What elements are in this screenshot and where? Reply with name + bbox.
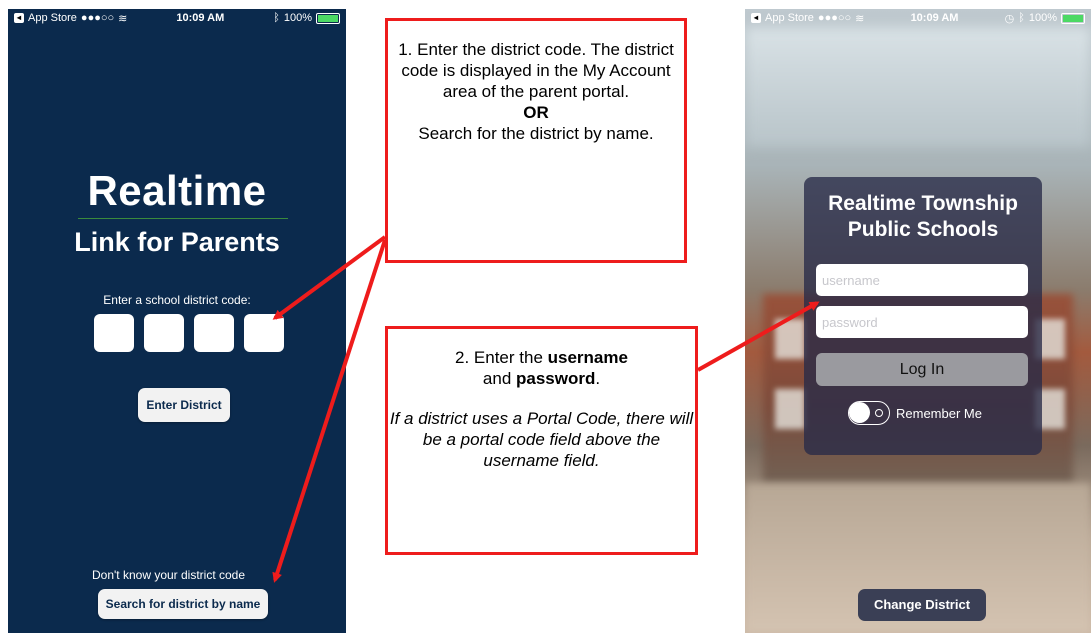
instruction-callout-2: 2. Enter the username and password. If a… [385, 326, 698, 555]
battery-icon [315, 12, 340, 24]
signal-icon: ●●●○○ [817, 12, 852, 24]
bluetooth-icon: ᛒ [273, 12, 280, 24]
search-district-button[interactable]: Search for district by name [98, 589, 268, 619]
callout-2-suffix: . [595, 369, 601, 388]
username-input[interactable] [816, 264, 1028, 296]
brand-subtitle: Link for Parents [74, 227, 280, 257]
callout-2-heading: 2. Enter the username and password. [388, 347, 695, 389]
enter-district-button[interactable]: Enter District [138, 388, 230, 422]
district-code-digit-4[interactable] [244, 314, 284, 352]
battery-icon [1061, 12, 1085, 24]
callout-2-note-text: If a district uses a Portal Code, there … [389, 409, 694, 470]
callout-2-password: password [516, 369, 596, 388]
status-carrier: App Store [28, 12, 77, 24]
instruction-callout-1: 1. Enter the district code. The district… [385, 18, 687, 263]
app-store-back-icon[interactable]: ◂ [14, 13, 24, 23]
left-phone-screen: ◂ App Store ●●●○○ ≋ 10:09 AM ᛒ 100% Real… [8, 9, 346, 633]
login-card: Realtime Township Public Schools Log In … [804, 177, 1042, 455]
toggle-knob [849, 402, 870, 423]
remember-me-toggle[interactable] [848, 401, 890, 425]
callout-2-username: username [547, 348, 628, 367]
app-store-back-icon[interactable]: ◂ [751, 13, 761, 23]
district-code-inputs [94, 314, 284, 352]
callout-2-middle: and [482, 369, 516, 388]
right-phone-screen: ◂ App Store ●●●○○ ≋ 10:09 AM ◷ ᛒ 100% Re… [745, 9, 1091, 633]
school-name: Realtime Township Public Schools [828, 192, 1018, 241]
wifi-icon: ≋ [118, 12, 128, 25]
signal-icon: ●●●○○ [80, 12, 115, 24]
password-input[interactable] [816, 306, 1028, 338]
callout-1-or: OR [523, 103, 549, 122]
remember-me-row: Remember Me [848, 401, 982, 425]
district-code-digit-1[interactable] [94, 314, 134, 352]
status-carrier: App Store [765, 12, 814, 24]
alarm-icon: ◷ [1004, 12, 1015, 25]
dont-know-code-text: Don't know your district code [92, 568, 246, 582]
callout-1-text-2: Search for the district by name. [418, 124, 654, 143]
status-time: 10:09 AM [176, 12, 225, 24]
bluetooth-icon: ᛒ [1018, 12, 1025, 24]
wifi-icon: ≋ [855, 12, 865, 25]
district-code-label: Enter a school district code: [103, 293, 251, 307]
callout-2-note: If a district uses a Portal Code, there … [388, 408, 695, 471]
callout-1-text: 1. Enter the district code. The district… [398, 40, 674, 101]
district-code-digit-2[interactable] [144, 314, 184, 352]
background-sky [745, 27, 1091, 147]
brand-title: Realtime [87, 167, 267, 214]
status-bar: ◂ App Store ●●●○○ ≋ 10:09 AM ᛒ 100% [8, 9, 346, 27]
background-window [775, 319, 805, 359]
status-time: 10:09 AM [910, 12, 959, 24]
change-district-button[interactable]: Change District [858, 589, 986, 621]
status-bar: ◂ App Store ●●●○○ ≋ 10:09 AM ◷ ᛒ 100% [745, 9, 1091, 27]
login-button[interactable]: Log In [816, 353, 1028, 386]
battery-percent: 100% [1028, 12, 1057, 24]
battery-percent: 100% [283, 12, 312, 24]
callout-2-prefix: 2. Enter the [455, 348, 548, 367]
brand-divider [78, 218, 288, 219]
remember-me-label: Remember Me [896, 405, 982, 421]
toggle-off-icon [875, 409, 883, 417]
background-window [775, 389, 805, 429]
district-code-digit-3[interactable] [194, 314, 234, 352]
